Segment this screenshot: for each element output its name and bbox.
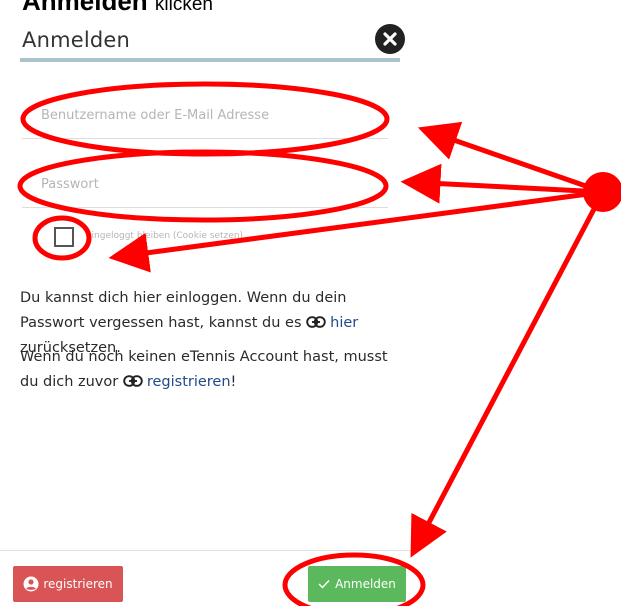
remember-me-label: eingeloggt bleiben (Cookie setzen) <box>86 231 244 241</box>
arrow-to-login-button <box>410 190 606 558</box>
annotation-origin-dot <box>583 172 621 212</box>
remember-me-checkbox[interactable] <box>54 227 74 247</box>
instruction-rest: klicken <box>154 0 213 15</box>
register-button-label: registrieren <box>43 577 113 591</box>
link-icon <box>123 375 143 387</box>
link-icon <box>306 316 326 328</box>
instruction-bold: Anmelden <box>22 0 148 16</box>
login-button-label: Anmelden <box>335 577 396 591</box>
instruction-text: Anmelden klicken <box>22 0 213 17</box>
user-circle-icon <box>23 576 39 592</box>
login-dialog: Anmelden klicken Anmelden eingeloggt ble… <box>0 0 419 606</box>
username-input[interactable] <box>22 93 388 139</box>
checkmark-icon <box>318 580 330 589</box>
help-text-1-before: Du kannst dich hier einloggen. Wenn du d… <box>20 290 347 331</box>
login-button[interactable]: Anmelden <box>308 566 406 602</box>
arrow-to-password <box>400 163 604 204</box>
footer-divider <box>0 550 419 551</box>
register-link[interactable]: registrieren <box>147 374 231 390</box>
arrow-to-username <box>417 121 604 195</box>
help-text-register: Wenn du noch keinen eTennis Account hast… <box>20 345 400 395</box>
register-button[interactable]: registrieren <box>13 566 123 602</box>
dialog-title: Anmelden <box>22 28 131 52</box>
close-icon <box>383 32 397 46</box>
password-input[interactable] <box>22 162 388 208</box>
title-divider <box>20 58 400 62</box>
reset-password-link[interactable]: hier <box>330 315 358 331</box>
close-button[interactable] <box>375 24 405 54</box>
help-text-2-after: ! <box>230 374 237 390</box>
